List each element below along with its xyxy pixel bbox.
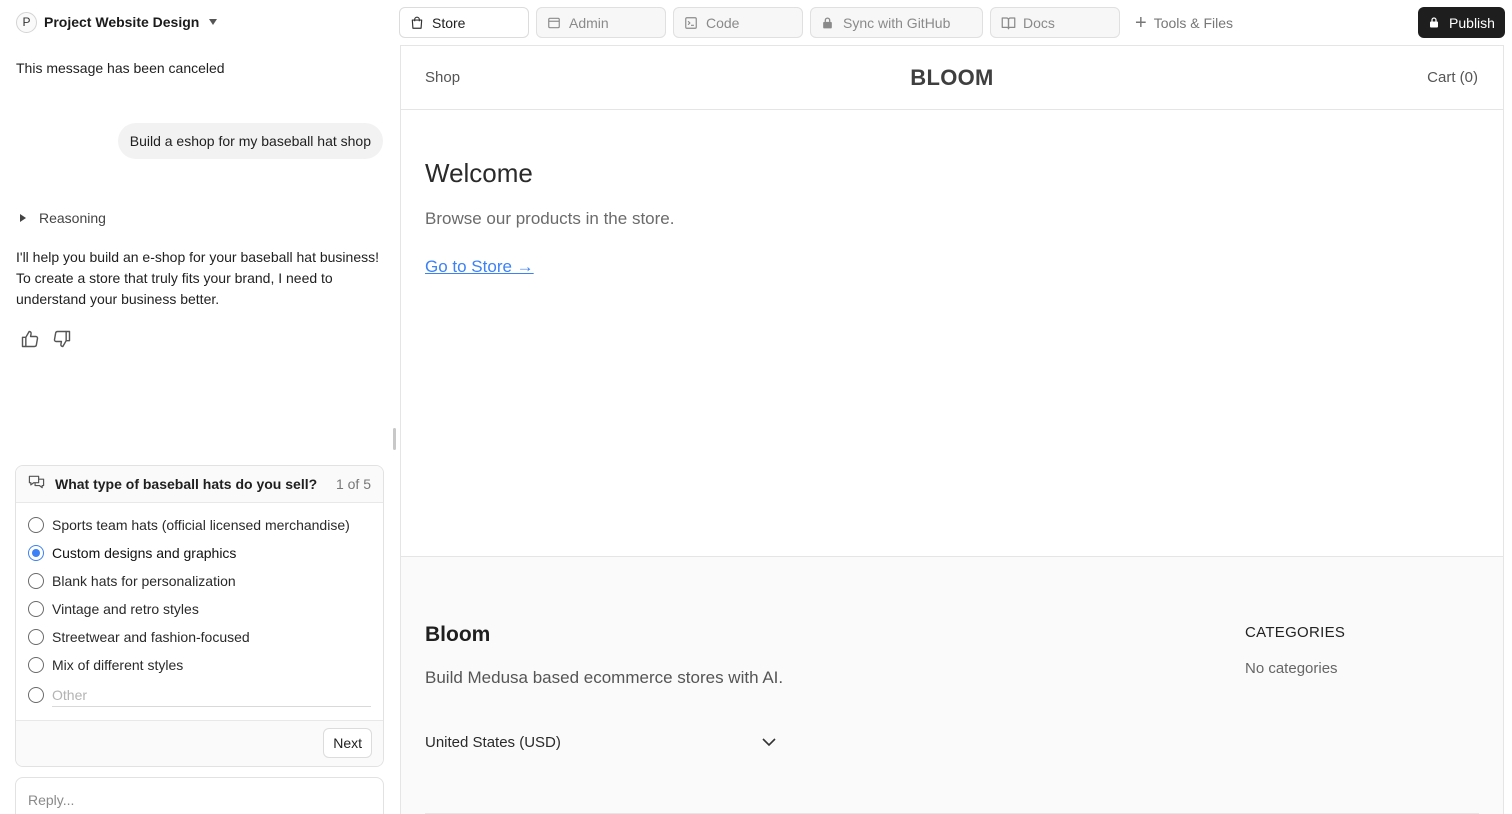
caret-right-icon (20, 214, 26, 222)
radio-button-selected[interactable] (28, 545, 44, 561)
publish-label: Publish (1449, 14, 1495, 31)
option-vintage[interactable]: Vintage and retro styles (16, 595, 383, 623)
region-select[interactable]: United States (USD) (425, 731, 777, 753)
option-label: Streetwear and fashion-focused (52, 629, 250, 645)
hero-title: Welcome (425, 158, 533, 188)
store-footer: Bloom Build Medusa based ecommerce store… (401, 556, 1503, 814)
other-input[interactable] (52, 683, 371, 707)
radio-button[interactable] (28, 657, 44, 673)
reply-input[interactable] (28, 792, 371, 812)
window-icon (547, 16, 561, 30)
hero-subtitle: Browse our products in the store. (425, 209, 675, 228)
lock-icon (821, 16, 835, 30)
tab-store[interactable]: Store (399, 7, 529, 38)
option-label: Vintage and retro styles (52, 601, 199, 617)
project-name: Project Website Design (44, 14, 200, 30)
lock-icon (1428, 16, 1440, 29)
shopping-bag-icon (410, 16, 424, 30)
option-label: Custom designs and graphics (52, 545, 237, 561)
region-value: United States (USD) (425, 733, 561, 751)
option-label: Blank hats for personalization (52, 573, 236, 589)
option-streetwear[interactable]: Streetwear and fashion-focused (16, 623, 383, 651)
chat-panel: P Project Website Design This message ha… (0, 0, 398, 814)
store-nav: Shop BLOOM Cart (0) (401, 46, 1503, 110)
tab-sync-github[interactable]: Sync with GitHub (810, 7, 983, 38)
radio-button[interactable] (28, 601, 44, 617)
tools-files-button[interactable]: + Tools & Files (1135, 11, 1234, 34)
option-label: Mix of different styles (52, 657, 184, 673)
option-blank-hats[interactable]: Blank hats for personalization (16, 567, 383, 595)
question-footer: Next (16, 720, 383, 766)
tab-admin[interactable]: Admin (536, 7, 666, 38)
store-preview: Shop BLOOM Cart (0) Welcome Browse our p… (400, 45, 1504, 814)
project-selector[interactable]: P Project Website Design (16, 11, 218, 33)
categories-heading: CATEGORIES (1245, 624, 1346, 641)
footer-tagline: Build Medusa based ecommerce stores with… (425, 668, 784, 687)
reasoning-toggle[interactable]: Reasoning (20, 210, 106, 226)
question-title: What type of baseball hats do you sell? (55, 476, 318, 492)
project-avatar: P (16, 11, 37, 33)
terminal-icon (684, 16, 698, 30)
option-label: Sports team hats (official licensed merc… (52, 517, 350, 533)
canceled-notice: This message has been canceled (16, 60, 225, 76)
tab-label: Store (432, 14, 466, 31)
option-custom-designs[interactable]: Custom designs and graphics (16, 539, 383, 567)
question-card: What type of baseball hats do you sell? … (15, 465, 384, 767)
tab-docs[interactable]: Docs (990, 7, 1120, 38)
thumbs-down-icon[interactable] (52, 329, 74, 349)
book-icon (1001, 16, 1016, 30)
option-other[interactable] (16, 679, 383, 711)
store-brand[interactable]: BLOOM (401, 65, 1503, 91)
chevron-down-icon (761, 734, 777, 751)
radio-button[interactable] (28, 517, 44, 533)
user-message: Build a eshop for my baseball hat shop (117, 123, 383, 159)
plus-icon: + (1135, 11, 1147, 34)
categories-empty: No categories (1245, 660, 1338, 677)
publish-button[interactable]: Publish (1418, 7, 1505, 38)
option-sports-team[interactable]: Sports team hats (official licensed merc… (16, 511, 383, 539)
option-mix[interactable]: Mix of different styles (16, 651, 383, 679)
radio-button[interactable] (28, 687, 44, 703)
next-button[interactable]: Next (323, 728, 372, 758)
panel-resize-handle[interactable] (393, 428, 396, 450)
footer-brand[interactable]: Bloom (425, 623, 490, 647)
reasoning-label: Reasoning (39, 210, 106, 226)
tools-label: Tools & Files (1153, 14, 1234, 31)
radio-button[interactable] (28, 629, 44, 645)
assistant-message: I'll help you build an e-shop for your b… (16, 249, 380, 307)
tab-label: Code (706, 14, 740, 31)
tab-code[interactable]: Code (673, 7, 803, 38)
chat-bubbles-icon (28, 474, 45, 495)
option-list: Sports team hats (official licensed merc… (16, 503, 383, 711)
tab-label: Docs (1023, 14, 1055, 31)
radio-button[interactable] (28, 573, 44, 589)
thumbs-up-icon[interactable] (20, 329, 42, 349)
cart-link[interactable]: Cart (0) (1427, 69, 1478, 86)
question-header: What type of baseball hats do you sell? … (16, 466, 383, 503)
tab-label: Sync with GitHub (843, 14, 951, 31)
tab-label: Admin (569, 14, 609, 31)
tab-bar: Store Admin Code Sync with GitHub Docs +… (399, 7, 1233, 38)
question-progress: 1 of 5 (335, 476, 371, 492)
reply-composer (15, 777, 384, 814)
caret-down-icon (209, 19, 218, 25)
go-to-store-link[interactable]: Go to Store → (425, 257, 534, 277)
